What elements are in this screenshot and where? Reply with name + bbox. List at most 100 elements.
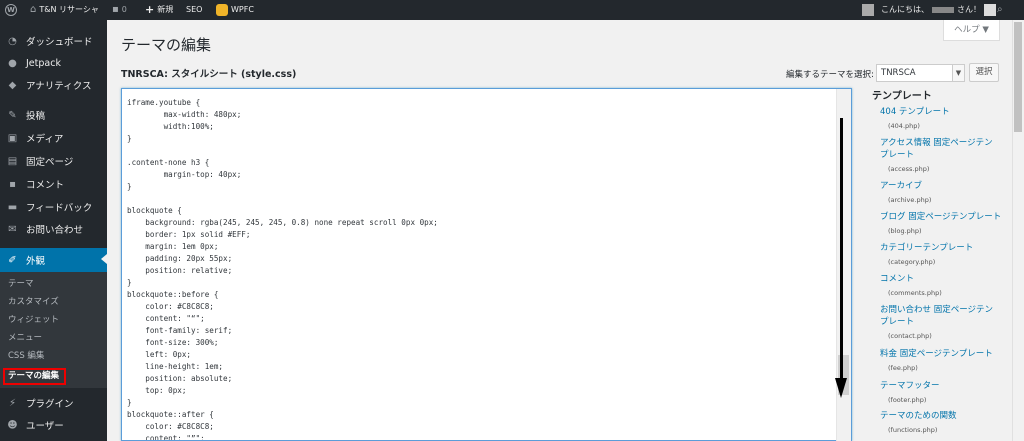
template-filename: (access.php) xyxy=(888,165,930,173)
wpfc-link[interactable]: WPFC xyxy=(216,0,254,20)
menu-analytics[interactable]: ◆ アナリティクス xyxy=(0,74,107,96)
jetpack-icon: ● xyxy=(8,57,17,69)
media-icon: ▣ xyxy=(7,132,18,144)
code-line: margin-top: 40px; xyxy=(127,170,242,179)
user-icon: ☻ xyxy=(7,419,18,431)
code-line: background: rgba(245, 245, 245, 0.8) non… xyxy=(127,218,438,227)
template-filename: (contact.php) xyxy=(888,332,932,340)
template-filename: (footer.php) xyxy=(888,396,927,404)
code-line: blockquote::after { xyxy=(127,410,214,419)
code-line: } xyxy=(127,278,132,287)
code-line: font-family: serif; xyxy=(127,326,233,335)
code-line: margin: 1em 0px; xyxy=(127,242,219,251)
file-heading: TNRSCA: スタイルシート (style.css) xyxy=(121,69,297,80)
template-link[interactable]: テーマのための関数 xyxy=(880,410,1005,422)
site-name-link[interactable]: ⌂ T&N リサーシャ xyxy=(30,0,99,20)
templates-heading: テンプレート xyxy=(872,91,932,102)
template-filename: (functions.php) xyxy=(888,426,938,434)
submenu-menus[interactable]: メニュー xyxy=(0,329,107,347)
code-line: } xyxy=(127,134,132,143)
code-line: blockquote { xyxy=(127,206,182,215)
menu-dashboard[interactable]: ◔ ダッシュボード xyxy=(0,30,107,52)
submenu-widgets[interactable]: ウィジェット xyxy=(0,311,107,329)
feedback-icon: ▬ xyxy=(7,201,18,213)
theme-select[interactable]: TNRSCA ▼ xyxy=(876,64,965,82)
home-icon: ⌂ xyxy=(30,4,37,15)
menu-comments[interactable]: ▪ コメント xyxy=(0,173,107,195)
menu-feedback[interactable]: ▬ フィードバック xyxy=(0,196,107,218)
code-line: border: 1px solid #EFF; xyxy=(127,230,251,239)
code-line: } xyxy=(127,182,132,191)
code-line: position: absolute; xyxy=(127,374,233,383)
new-content-link[interactable]: + 新規 xyxy=(145,0,173,20)
code-line: font-size: 300%; xyxy=(127,338,219,347)
avatar xyxy=(984,4,996,16)
menu-pages[interactable]: ▤ 固定ページ xyxy=(0,150,107,172)
page-icon: ▤ xyxy=(7,155,18,167)
plus-icon: + xyxy=(145,3,155,16)
comments-link[interactable]: ▪ 0 xyxy=(112,0,127,20)
comment-bubble-icon: ▪ xyxy=(112,4,119,15)
template-link[interactable]: お問い合わせ 固定ページテンプレート xyxy=(880,304,998,328)
code-line: color: #C8C8C8; xyxy=(127,302,214,311)
my-account-link[interactable]: こんにちは、 さん！ xyxy=(862,0,996,20)
template-filename: (comments.php) xyxy=(888,289,942,297)
dashboard-icon: ◔ xyxy=(8,35,17,47)
page-scrollbar-thumb[interactable] xyxy=(1014,22,1022,132)
template-link[interactable]: アーカイブ xyxy=(880,180,1005,192)
menu-media[interactable]: ▣ メディア xyxy=(0,127,107,149)
code-line: color: #C8C8C8; xyxy=(127,422,214,431)
code-line: content: "”"; xyxy=(127,434,205,441)
down-arrow-annotation xyxy=(840,118,843,380)
mail-icon: ✉ xyxy=(8,223,17,235)
code-line: .content-none h3 { xyxy=(127,158,210,167)
code-editor[interactable]: iframe.youtube { max-width: 480px; width… xyxy=(121,88,852,441)
code-line: position: relative; xyxy=(127,266,233,275)
theme-select-label: 編集するテーマを選択: xyxy=(786,70,874,80)
code-line: top: 0px; xyxy=(127,386,187,395)
code-line: line-height: 1em; xyxy=(127,362,224,371)
template-filename: (archive.php) xyxy=(888,196,932,204)
code-line: } xyxy=(127,398,132,407)
plugin-icon: ⚡ xyxy=(8,397,17,409)
notification-icon xyxy=(862,4,874,16)
menu-appearance[interactable]: ✐ 外観 xyxy=(0,248,107,272)
pin-icon: ✎ xyxy=(8,109,17,121)
menu-contact[interactable]: ✉ お問い合わせ xyxy=(0,218,107,240)
menu-plugins[interactable]: ⚡ プラグイン xyxy=(0,392,107,414)
template-link[interactable]: 404 テンプレート xyxy=(880,106,1005,118)
highlight-box xyxy=(3,368,66,385)
template-link[interactable]: コメント xyxy=(880,273,1005,285)
comment-icon: ▪ xyxy=(9,178,16,190)
code-line: max-width: 480px; xyxy=(127,110,242,119)
select-theme-button[interactable]: 選択 xyxy=(969,63,999,82)
admin-bar: W ⌂ T&N リサーシャ ▪ 0 + 新規 SEO WPFC こんにちは、 さ… xyxy=(0,0,1024,20)
template-link[interactable]: アクセス情報 固定ページテンプレート xyxy=(880,137,998,161)
chevron-down-icon: ▼ xyxy=(952,65,964,81)
help-tab[interactable]: ヘルプ ▼ xyxy=(943,20,1000,41)
code-line: iframe.youtube { xyxy=(127,98,201,107)
analytics-icon: ◆ xyxy=(8,79,17,91)
code-line: left: 0px; xyxy=(127,350,192,359)
arrow-head-icon xyxy=(835,378,847,398)
submenu-themes[interactable]: テーマ xyxy=(0,275,107,293)
code-content[interactable]: iframe.youtube { max-width: 480px; width… xyxy=(127,97,438,441)
template-filename: (category.php) xyxy=(888,258,936,266)
page-title: テーマの編集 xyxy=(121,36,212,54)
menu-jetpack[interactable]: ● Jetpack xyxy=(0,52,107,74)
submenu-customize[interactable]: カスタマイズ xyxy=(0,293,107,311)
menu-posts[interactable]: ✎ 投稿 xyxy=(0,104,107,126)
wordpress-logo-icon[interactable]: W xyxy=(5,0,17,20)
template-link[interactable]: テーマフッター xyxy=(880,380,1005,392)
code-line: padding: 20px 55px; xyxy=(127,254,233,263)
template-link[interactable]: 料金 固定ページテンプレート xyxy=(880,348,1005,360)
template-link[interactable]: ブログ 固定ページテンプレート xyxy=(880,211,1005,223)
template-link[interactable]: カテゴリーテンプレート xyxy=(880,242,1005,254)
template-filename: (fee.php) xyxy=(888,364,918,372)
blurred-username xyxy=(932,7,954,13)
menu-users[interactable]: ☻ ユーザー xyxy=(0,414,107,436)
search-icon[interactable]: ⌕ xyxy=(997,0,1003,20)
seo-link[interactable]: SEO xyxy=(186,0,202,20)
submenu-css-edit[interactable]: CSS 編集 xyxy=(0,347,107,365)
